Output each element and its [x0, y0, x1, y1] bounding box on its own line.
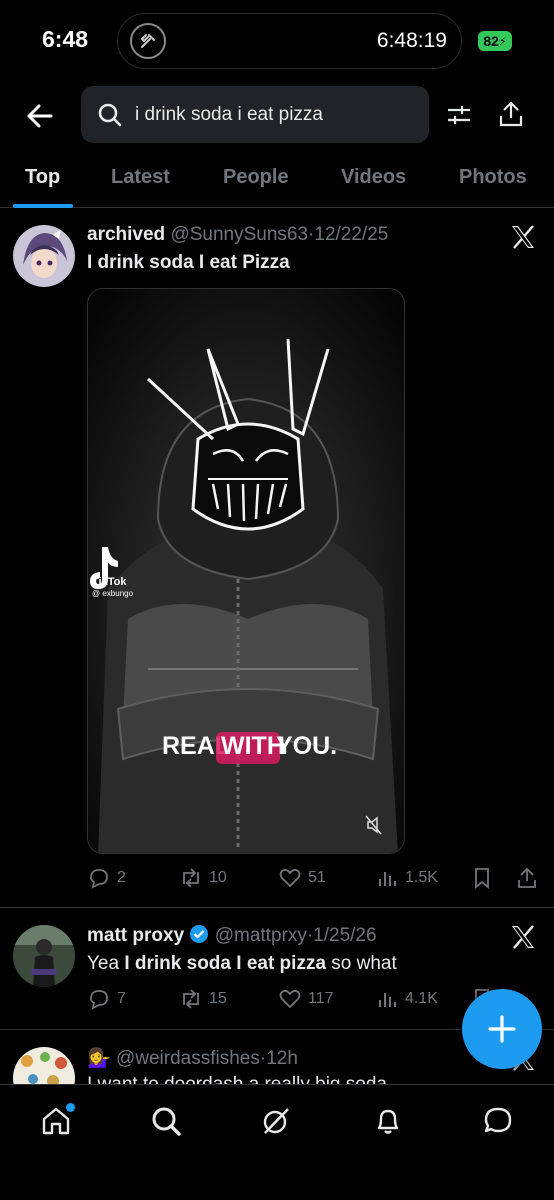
reply-button[interactable]: 2 [87, 866, 126, 890]
tweet-date[interactable]: 12/22/25 [314, 224, 388, 245]
like-count: 51 [308, 869, 326, 886]
heart-icon [279, 868, 301, 888]
search-tabs: Top Latest People Videos Photos [0, 146, 554, 208]
repost-icon [183, 989, 199, 1009]
tweet-text: I drink soda I eat Pizza [87, 252, 290, 273]
share-icon [518, 867, 536, 888]
tweet-header: 💁‍♀️ @weirdassfishes·12h [87, 1046, 298, 1070]
tweet-date[interactable]: 12h [266, 1048, 298, 1069]
video-caption-after: YOU. [276, 732, 337, 760]
repost-icon [183, 868, 199, 888]
bookmark-icon [475, 868, 489, 889]
video-thumbnail: REAL WITH YOU. TikTok @ exbungo [88, 289, 404, 853]
search-icon [98, 103, 122, 126]
reply-button[interactable]: 7 [87, 987, 126, 1011]
tweet-video[interactable]: REAL WITH YOU. TikTok @ exbungo [87, 288, 405, 854]
author-name[interactable]: matt proxy [87, 925, 184, 946]
nav-messages[interactable] [478, 1101, 518, 1141]
live-activity-time: 6:48:19 [376, 29, 447, 52]
heart-icon [279, 989, 301, 1009]
nav-notifications[interactable] [368, 1101, 408, 1141]
tab-latest[interactable]: Latest [111, 166, 170, 189]
plus-icon [488, 1015, 516, 1043]
share-icon [499, 101, 523, 127]
tweet[interactable]: archived @SunnySuns63·12/22/25 I drink s… [0, 208, 554, 908]
share-button[interactable] [497, 100, 525, 128]
tweet-header: archived @SunnySuns63·12/22/25 [87, 224, 388, 246]
search-input[interactable]: i drink soda i eat pizza [81, 86, 429, 143]
nav-grok[interactable] [256, 1101, 296, 1141]
compose-button[interactable] [462, 989, 542, 1069]
reply-icon [90, 990, 108, 1010]
reply-icon [90, 869, 108, 889]
repost-button[interactable]: 15 [179, 987, 227, 1011]
dynamic-island[interactable]: 6:48:19 [117, 13, 462, 69]
author-handle[interactable]: @weirdassfishes [116, 1048, 260, 1069]
tweet-text-prefix: Yea [87, 953, 125, 974]
status-bar: 6:48 6:48:19 82 ⚡ [0, 0, 554, 84]
nav-search[interactable] [146, 1101, 186, 1141]
verified-badge-icon [190, 925, 209, 943]
search-settings-button[interactable] [445, 101, 473, 129]
avatar[interactable] [13, 1047, 75, 1084]
avatar-image [13, 1047, 75, 1084]
tab-people[interactable]: People [223, 166, 289, 189]
back-button[interactable] [22, 98, 58, 134]
tiktok-watermark: TikTok [92, 576, 127, 588]
view-count: 4.1K [405, 990, 438, 1007]
tweet-text-highlight: I drink soda I eat pizza [124, 953, 327, 974]
reply-count: 7 [117, 990, 126, 1007]
search-icon [152, 1107, 181, 1136]
view-count: 1.5K [405, 869, 438, 886]
tweet-actions: 2 10 51 1.5K [87, 866, 547, 894]
x-logo-icon [512, 225, 534, 249]
messages-icon [484, 1107, 512, 1133]
author-name[interactable]: 💁‍♀️ [87, 1048, 111, 1069]
search-query: i drink soda i eat pizza [135, 103, 323, 125]
tweet-date[interactable]: 1/25/26 [313, 925, 376, 946]
avatar-image [13, 925, 75, 987]
tab-top[interactable]: Top [25, 166, 60, 189]
avatar[interactable] [13, 225, 75, 287]
reply-count: 2 [117, 869, 126, 886]
notification-dot [66, 1103, 75, 1112]
author-handle[interactable]: @mattprxy [215, 925, 307, 946]
tweet-header: matt proxy @mattprxy·1/25/26 [87, 924, 377, 947]
views-icon [379, 993, 396, 1007]
share-tweet-button[interactable] [515, 866, 545, 890]
views-button[interactable]: 1.5K [375, 866, 438, 890]
charging-icon: ⚡ [498, 35, 507, 48]
bell-icon [377, 1109, 399, 1134]
tweet-text: Yea I drink soda I eat pizza so what [87, 953, 397, 975]
tools-icon [130, 23, 166, 59]
sliders-icon [448, 106, 470, 124]
views-button[interactable]: 4.1K [375, 987, 438, 1011]
author-handle[interactable]: @SunnySuns63 [170, 224, 308, 245]
bottom-nav [0, 1084, 554, 1200]
views-icon [379, 872, 396, 886]
grok-icon [263, 1108, 289, 1134]
repost-button[interactable]: 10 [179, 866, 227, 890]
tiktok-username: @ exbungo [92, 589, 134, 598]
battery-indicator: 82 ⚡ [478, 31, 512, 51]
bookmark-button[interactable] [470, 866, 500, 890]
avatar[interactable] [13, 925, 75, 987]
tweet-text-suffix: so what [326, 953, 397, 974]
tweet-text: I want to doordash a really big soda [87, 1074, 387, 1084]
author-name[interactable]: archived [87, 224, 165, 245]
arrow-left-icon [27, 104, 53, 128]
tab-videos[interactable]: Videos [341, 166, 406, 189]
battery-level: 82 [483, 33, 499, 49]
like-button[interactable]: 51 [278, 866, 326, 890]
nav-home[interactable] [36, 1101, 76, 1141]
repost-count: 10 [209, 869, 227, 886]
like-button[interactable]: 117 [278, 987, 334, 1011]
repost-count: 15 [209, 990, 227, 1007]
avatar-image [13, 225, 75, 287]
like-count: 117 [308, 990, 334, 1007]
status-time: 6:48 [42, 26, 89, 52]
tab-photos[interactable]: Photos [459, 166, 527, 189]
search-header: i drink soda i eat pizza [0, 84, 554, 146]
x-logo-icon [512, 925, 534, 949]
